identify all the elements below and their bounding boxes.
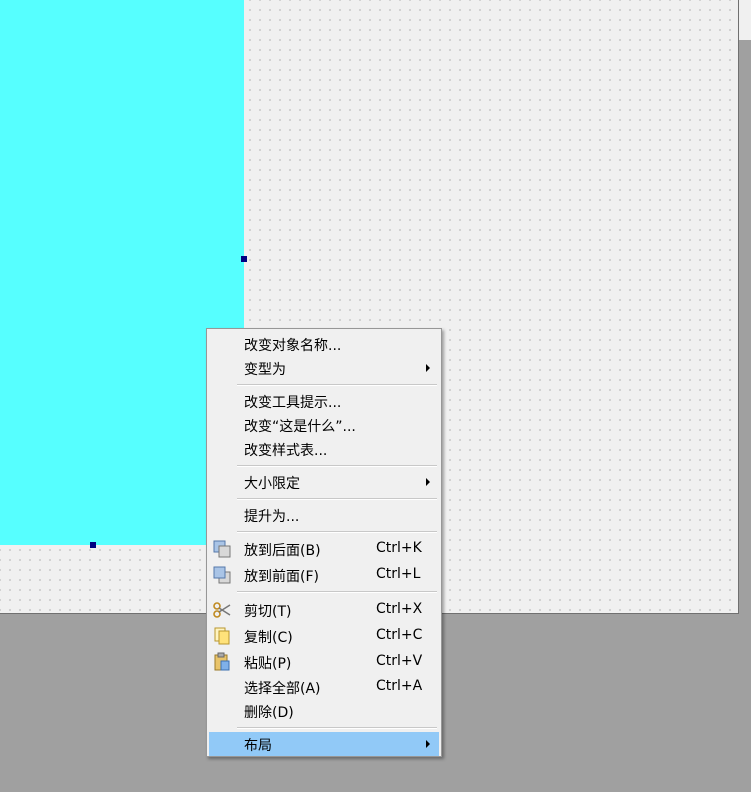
menu-separator <box>237 465 437 467</box>
context-menu: 改变对象名称... 变型为 改变工具提示... 改变“这是什么”... 改变样式… <box>206 328 442 757</box>
menu-item-change-whats-this[interactable]: 改变“这是什么”... <box>209 413 439 437</box>
resize-handle-right[interactable] <box>241 256 247 262</box>
submenu-arrow-icon <box>426 740 430 748</box>
menu-item-shortcut: Ctrl+V <box>376 653 423 669</box>
menu-separator <box>237 591 437 593</box>
menu-item-change-tooltip[interactable]: 改变工具提示... <box>209 389 439 413</box>
send-to-back-icon <box>213 540 231 558</box>
menu-item-label: 布局 <box>244 738 272 754</box>
menu-item-label: 选择全部(A) <box>244 681 321 697</box>
menu-item-promote-to[interactable]: 提升为... <box>209 503 439 527</box>
menu-item-bring-to-front[interactable]: 放到前面(F) Ctrl+L <box>209 563 439 587</box>
menu-item-send-to-back[interactable]: 放到后面(B) Ctrl+K <box>209 537 439 561</box>
submenu-arrow-icon <box>426 364 430 372</box>
vertical-scrollbar[interactable] <box>739 0 751 40</box>
submenu-arrow-icon <box>426 478 430 486</box>
menu-item-delete[interactable]: 删除(D) <box>209 699 439 723</box>
menu-item-label: 删除(D) <box>244 705 294 721</box>
menu-item-paste[interactable]: 粘贴(P) Ctrl+V <box>209 650 439 674</box>
menu-separator <box>237 531 437 533</box>
menu-item-shortcut: Ctrl+C <box>376 627 423 643</box>
menu-item-shortcut: Ctrl+A <box>376 678 423 694</box>
menu-item-label: 粘贴(P) <box>244 656 292 672</box>
menu-item-label: 变型为 <box>244 362 286 378</box>
menu-item-change-stylesheet[interactable]: 改变样式表... <box>209 437 439 461</box>
menu-item-shortcut: Ctrl+L <box>376 566 421 582</box>
menu-item-morph-into[interactable]: 变型为 <box>209 356 439 380</box>
menu-item-copy[interactable]: 复制(C) Ctrl+C <box>209 624 439 648</box>
menu-item-label: 改变对象名称... <box>244 338 342 354</box>
paste-icon <box>214 652 230 671</box>
menu-item-shortcut: Ctrl+X <box>376 601 423 617</box>
menu-item-label: 剪切(T) <box>244 604 292 620</box>
menu-item-label: 改变工具提示... <box>244 395 342 411</box>
menu-item-cut[interactable]: 剪切(T) Ctrl+X <box>209 598 439 622</box>
menu-item-select-all[interactable]: 选择全部(A) Ctrl+A <box>209 675 439 699</box>
copy-icon <box>214 627 230 645</box>
menu-item-label: 复制(C) <box>244 630 293 646</box>
menu-item-label: 提升为... <box>244 509 300 525</box>
bring-to-front-icon <box>213 566 231 584</box>
menu-item-label: 改变样式表... <box>244 443 328 459</box>
menu-item-shortcut: Ctrl+K <box>376 540 422 556</box>
resize-handle-bottom[interactable] <box>90 542 96 548</box>
menu-separator <box>237 498 437 500</box>
menu-item-label: 放到前面(F) <box>244 569 319 585</box>
scissors-icon <box>213 602 231 618</box>
menu-item-label: 改变“这是什么”... <box>244 419 356 435</box>
menu-item-change-object-name[interactable]: 改变对象名称... <box>209 332 439 356</box>
menu-item-layout[interactable]: 布局 <box>209 732 439 756</box>
menu-separator <box>237 727 437 729</box>
menu-item-label: 放到后面(B) <box>244 543 321 559</box>
menu-item-label: 大小限定 <box>244 476 300 492</box>
menu-separator <box>237 384 437 386</box>
menu-item-size-constraints[interactable]: 大小限定 <box>209 470 439 494</box>
